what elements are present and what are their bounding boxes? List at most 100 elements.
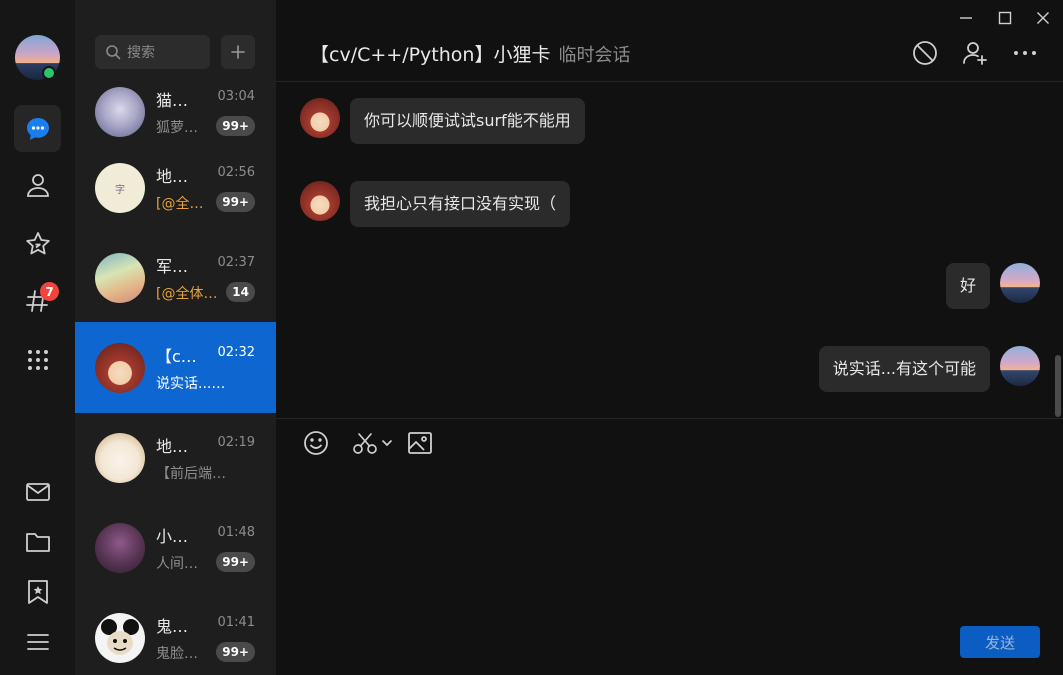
conversation-time: 01:41 <box>217 615 255 630</box>
nav-bookmarks[interactable] <box>14 568 61 615</box>
plus-icon <box>231 45 245 59</box>
chat-icon <box>26 117 49 140</box>
block-button[interactable] <box>910 38 940 68</box>
chat-subtitle: 临时会话 <box>558 45 631 66</box>
unread-count-badge: 14 <box>226 282 255 302</box>
mail-icon <box>25 482 50 501</box>
more-icon <box>1014 51 1036 55</box>
star-icon <box>25 231 50 254</box>
unread-count-badge: 99+ <box>216 116 255 136</box>
search-icon <box>106 45 121 60</box>
emoji-button[interactable] <box>300 427 332 459</box>
conversation-name: 小… <box>156 527 189 546</box>
conversation-item-active[interactable]: 【c… 02:32 说实话...… <box>75 322 276 413</box>
channel-unread-badge: 7 <box>40 282 59 301</box>
sender-avatar[interactable] <box>300 98 340 138</box>
conversation-time: 02:19 <box>217 435 255 450</box>
conversation-preview: 狐萝… <box>156 120 198 136</box>
online-status-indicator <box>42 66 56 80</box>
conversation-preview: 说实话...… <box>156 376 226 392</box>
conversation-name: 地… <box>156 167 189 186</box>
conversation-name: 猫… <box>156 91 189 110</box>
conversation-preview: 鬼脸… <box>156 646 198 662</box>
conversation-preview: [@全体… <box>156 286 218 302</box>
nav-files[interactable] <box>14 518 61 565</box>
apps-icon <box>27 349 48 370</box>
conversation-item[interactable]: 字 地… 02:56 [@全… 99+ <box>75 142 276 233</box>
maximize-icon <box>998 11 1012 25</box>
svg-text:字: 字 <box>115 183 125 196</box>
message-bubble[interactable]: 说实话...有这个可能 <box>818 346 990 392</box>
message-bubble[interactable]: 我担心只有接口没有实现（ <box>350 181 571 227</box>
minimize-button[interactable] <box>954 6 978 30</box>
conversation-time: 03:04 <box>217 89 255 104</box>
image-button[interactable] <box>404 427 436 459</box>
maximize-button[interactable] <box>993 6 1017 30</box>
close-icon <box>1037 12 1049 24</box>
conversation-avatar: 字 <box>95 163 145 213</box>
conversation-item[interactable]: 鬼… 01:41 鬼脸… 99+ <box>75 592 276 675</box>
menu-icon <box>26 633 49 650</box>
conversation-preview: 【前后端… <box>156 466 226 482</box>
message-outgoing: 说实话...有这个可能 <box>818 346 1040 392</box>
conversation-name: 军… <box>156 257 189 276</box>
emoji-icon <box>304 431 328 455</box>
conversation-avatar <box>95 253 145 303</box>
nav-rail: 7 <box>0 0 75 675</box>
image-icon <box>408 432 432 454</box>
conversation-time: 01:48 <box>217 525 255 540</box>
conversation-avatar <box>95 343 145 393</box>
conversation-preview: [@全… <box>156 196 204 212</box>
folder-icon <box>25 532 50 552</box>
search-input[interactable]: 搜索 <box>95 35 210 69</box>
conversation-list: 猫… 03:04 狐萝… 99+ 字 地… 02:56 [@全… 99+ 军… … <box>75 0 276 675</box>
conversation-name: 鬼… <box>156 617 189 636</box>
nav-menu[interactable] <box>14 618 61 665</box>
message-bubble[interactable]: 好 <box>945 263 990 309</box>
conversation-item[interactable]: 军… 02:37 [@全体… 14 <box>75 232 276 323</box>
conversation-name: 地… <box>156 437 189 456</box>
sender-avatar[interactable] <box>300 181 340 221</box>
contacts-icon <box>26 173 49 197</box>
unread-count-badge: 99+ <box>216 192 255 212</box>
chat-header: 【cv/C++/Python】小狸卡 临时会话 <box>276 30 1063 82</box>
chat-panel: 【cv/C++/Python】小狸卡 临时会话 你可以顺便试试surf能不能用 我… <box>276 0 1063 675</box>
conversation-avatar <box>95 523 145 573</box>
close-button[interactable] <box>1031 6 1055 30</box>
conversation-time: 02:32 <box>217 345 255 360</box>
more-button[interactable] <box>1010 38 1040 68</box>
message-incoming: 我担心只有接口没有实现（ <box>300 181 571 227</box>
search-placeholder: 搜索 <box>127 45 155 61</box>
screenshot-button[interactable] <box>350 427 396 459</box>
message-scrollbar[interactable] <box>1055 355 1061 417</box>
conversation-time: 02:37 <box>217 255 255 270</box>
conversation-item[interactable]: 地… 02:19 【前后端… <box>75 412 276 503</box>
send-button[interactable]: 发送 <box>960 626 1040 658</box>
conversation-item[interactable]: 小… 01:48 人间… 99+ <box>75 502 276 593</box>
add-button[interactable] <box>221 35 255 69</box>
nav-apps[interactable] <box>14 336 61 383</box>
minimize-icon <box>960 17 972 19</box>
message-outgoing: 好 <box>945 263 1040 309</box>
chat-title: 【cv/C++/Python】小狸卡 临时会话 <box>310 40 630 67</box>
chat-title-text: 【cv/C++/Python】小狸卡 <box>310 44 551 66</box>
message-bubble[interactable]: 你可以顺便试试surf能不能用 <box>350 98 585 144</box>
sender-avatar[interactable] <box>1000 346 1040 386</box>
conversation-avatar <box>95 87 145 137</box>
conversation-avatar <box>95 613 145 663</box>
conversation-time: 02:56 <box>217 165 255 180</box>
composer-divider <box>276 418 1063 419</box>
nav-messages[interactable] <box>14 105 61 152</box>
block-icon <box>913 41 937 65</box>
add-user-icon <box>963 42 987 65</box>
add-friend-button[interactable] <box>960 38 990 68</box>
unread-count-badge: 99+ <box>216 642 255 662</box>
nav-mail[interactable] <box>14 468 61 515</box>
bookmark-icon <box>27 579 48 604</box>
conversation-name: 【c… <box>156 347 197 366</box>
message-incoming: 你可以顺便试试surf能不能用 <box>300 98 585 144</box>
nav-favorites[interactable] <box>14 220 61 267</box>
sender-avatar[interactable] <box>1000 263 1040 303</box>
unread-count-badge: 99+ <box>216 552 255 572</box>
nav-contacts[interactable] <box>14 161 61 208</box>
